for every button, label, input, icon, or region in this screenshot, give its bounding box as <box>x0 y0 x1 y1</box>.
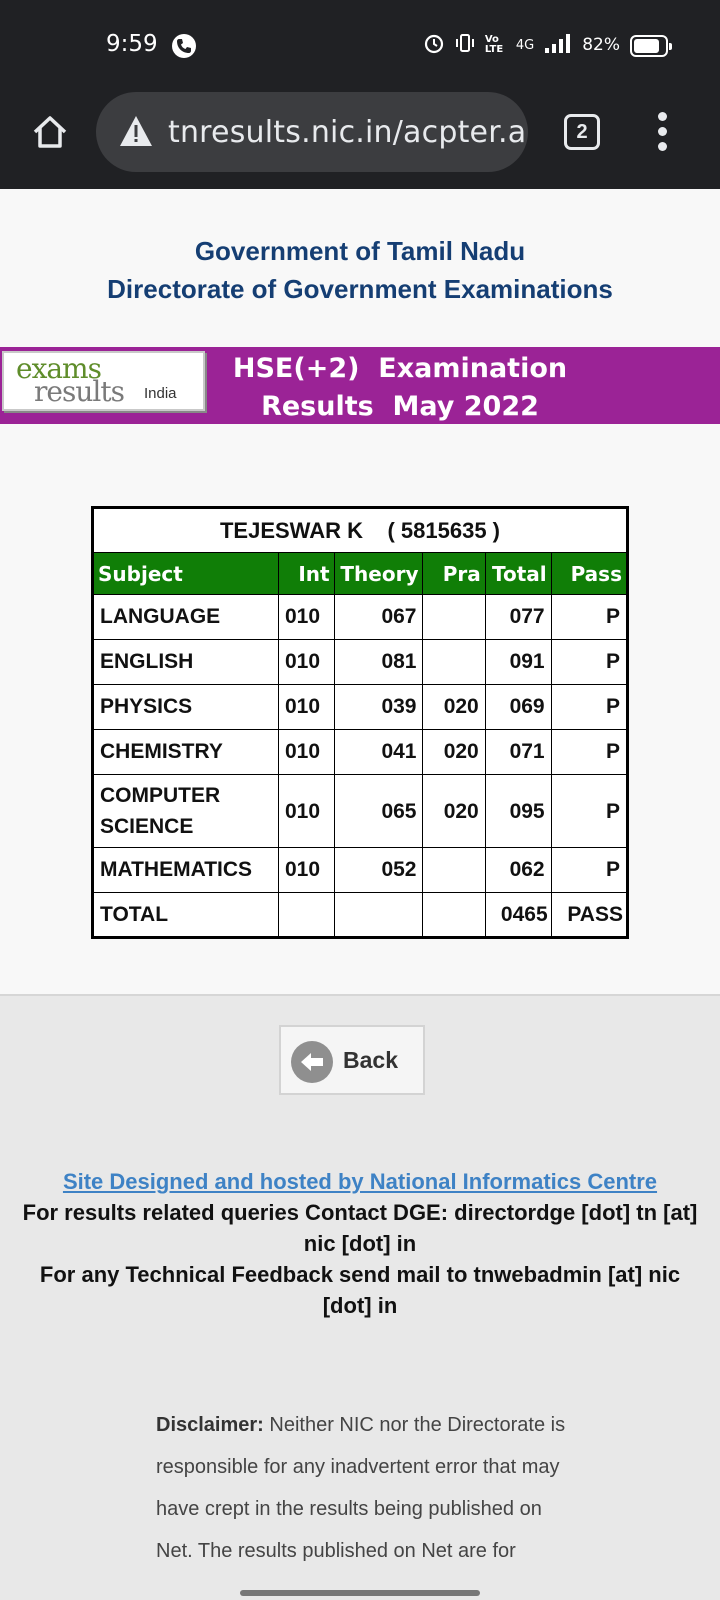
internal-cell: 010 <box>277 684 335 730</box>
government-title: Government of Tamil Nadu <box>194 236 526 266</box>
table-row: ENGLISH 010 081 091 P <box>92 639 629 685</box>
table-header-row: Subject Int Theory Pra Total Pass <box>92 552 629 595</box>
pass-cell: P <box>550 774 629 848</box>
theory-cell: 081 <box>333 639 424 685</box>
practical-cell: 020 <box>422 774 486 848</box>
subject-cell: LANGUAGE <box>92 594 279 640</box>
browser-toolbar: tnresults.nic.in/acpter.as 2 <box>0 88 720 189</box>
table-row: CHEMISTRY 010 041 020 071 P <box>92 729 629 775</box>
theory-cell: 052 <box>333 847 424 893</box>
practical-cell: 020 <box>422 684 486 730</box>
theory-cell: 039 <box>333 684 424 730</box>
column-header: Int <box>277 552 335 595</box>
student-row: TEJESWAR K ( 5815635 ) <box>92 507 628 553</box>
disclaimer-text: Neither NIC nor the Directorate is respo… <box>156 1414 566 1562</box>
divider <box>0 994 720 996</box>
disclaimer: Disclaimer: Neither NIC nor the Director… <box>156 1404 576 1572</box>
internal-cell: 010 <box>277 774 335 848</box>
feedback-text: For any Technical Feedback send mail to … <box>39 1262 681 1318</box>
subject-cell: PHYSICS <box>92 684 279 730</box>
subject-cell: ENGLISH <box>92 639 279 685</box>
pass-cell: P <box>550 639 629 685</box>
call-icon <box>172 34 196 58</box>
footer: Site Designed and hosted by National Inf… <box>0 1166 720 1321</box>
column-header: Pra <box>422 552 486 595</box>
status-bar: 9:59 Vo LTE 4G 82% <box>0 0 720 88</box>
table-row: COMPUTER SCIENCE 010 065 020 095 P <box>92 774 629 848</box>
page-header: Government of Tamil Nadu Directorate of … <box>0 232 720 308</box>
theory-cell: 041 <box>333 729 424 775</box>
internal-cell: 010 <box>277 847 335 893</box>
total-cell: 091 <box>484 639 552 685</box>
exams-results-logo: exams results India <box>2 351 205 411</box>
logo-india-text: India <box>144 385 177 402</box>
battery-fill <box>634 39 659 53</box>
total-cell: 095 <box>484 774 552 848</box>
address-bar[interactable]: tnresults.nic.in/acpter.as <box>96 92 528 172</box>
exam-title-line2: Results May 2022 <box>261 391 539 422</box>
more-menu-icon[interactable] <box>652 112 672 154</box>
back-button-label: Back <box>343 1047 398 1073</box>
total-cell: 069 <box>484 684 552 730</box>
practical-cell <box>422 639 486 685</box>
subject-cell: MATHEMATICS <box>92 847 279 893</box>
pass-cell: P <box>550 594 629 640</box>
total-row: TOTAL 0465 PASS <box>92 892 629 938</box>
table-row: MATHEMATICS 010 052 062 P <box>92 847 629 893</box>
home-icon <box>33 116 67 148</box>
back-button[interactable]: Back <box>279 1025 425 1095</box>
pass-cell: P <box>550 684 629 730</box>
internal-cell: 010 <box>277 639 335 685</box>
column-header: Total <box>484 552 552 595</box>
total-marks: 0465 <box>484 892 552 938</box>
column-header: Subject <box>92 552 279 595</box>
nic-link[interactable]: Site Designed and hosted by National Inf… <box>63 1169 657 1194</box>
battery-icon <box>630 35 672 57</box>
url-text[interactable]: tnresults.nic.in/acpter.as <box>168 115 528 150</box>
pass-cell: P <box>550 847 629 893</box>
internal-cell: 010 <box>277 594 335 640</box>
theory-cell: 065 <box>333 774 424 848</box>
back-arrow-icon <box>291 1041 333 1083</box>
total-cell: 077 <box>484 594 552 640</box>
disclaimer-label: Disclaimer: <box>156 1414 264 1436</box>
alarm-icon <box>423 32 445 59</box>
table-row: LANGUAGE 010 067 077 P <box>92 594 629 640</box>
battery-percent: 82% <box>582 35 620 55</box>
total-result: PASS <box>550 892 629 938</box>
roll-number: ( 5815635 ) <box>387 517 500 543</box>
total-cell: 062 <box>484 847 552 893</box>
volte-icon: Vo LTE <box>484 34 504 55</box>
subject-cell: CHEMISTRY <box>92 729 279 775</box>
result-table: TEJESWAR K ( 5815635 ) Subject Int Theor… <box>91 506 629 939</box>
directorate-title: Directorate of Government Examinations <box>107 274 613 304</box>
vibrate-icon <box>454 32 476 59</box>
gesture-bar[interactable] <box>240 1590 480 1596</box>
warning-icon[interactable] <box>118 114 154 153</box>
status-time: 9:59 <box>106 31 158 57</box>
total-cell: 071 <box>484 729 552 775</box>
home-button[interactable] <box>28 110 72 154</box>
internal-cell: 010 <box>277 729 335 775</box>
network-type: 4G <box>515 37 535 53</box>
contact-text: For results related queries Contact DGE:… <box>22 1200 698 1256</box>
logo-results-text: results <box>34 375 125 408</box>
pass-cell: P <box>550 729 629 775</box>
table-row: PHYSICS 010 039 020 069 P <box>92 684 629 730</box>
theory-cell: 067 <box>333 594 424 640</box>
signal-icon <box>543 32 573 59</box>
total-label: TOTAL <box>92 892 279 938</box>
status-icons: Vo LTE 4G 82% <box>423 32 664 58</box>
subject-cell: COMPUTER SCIENCE <box>92 774 279 848</box>
exam-title: HSE(+2) Examination Results May 2022 <box>210 350 590 426</box>
exam-title-line1: HSE(+2) Examination <box>232 353 568 384</box>
student-name: TEJESWAR K <box>219 517 364 543</box>
practical-cell <box>422 847 486 893</box>
practical-cell <box>422 594 486 640</box>
student-cell: TEJESWAR K ( 5815635 ) <box>92 507 628 553</box>
column-header: Pass <box>550 552 629 595</box>
tab-switcher-button[interactable]: 2 <box>564 114 600 150</box>
practical-cell: 020 <box>422 729 486 775</box>
column-header: Theory <box>333 552 424 595</box>
